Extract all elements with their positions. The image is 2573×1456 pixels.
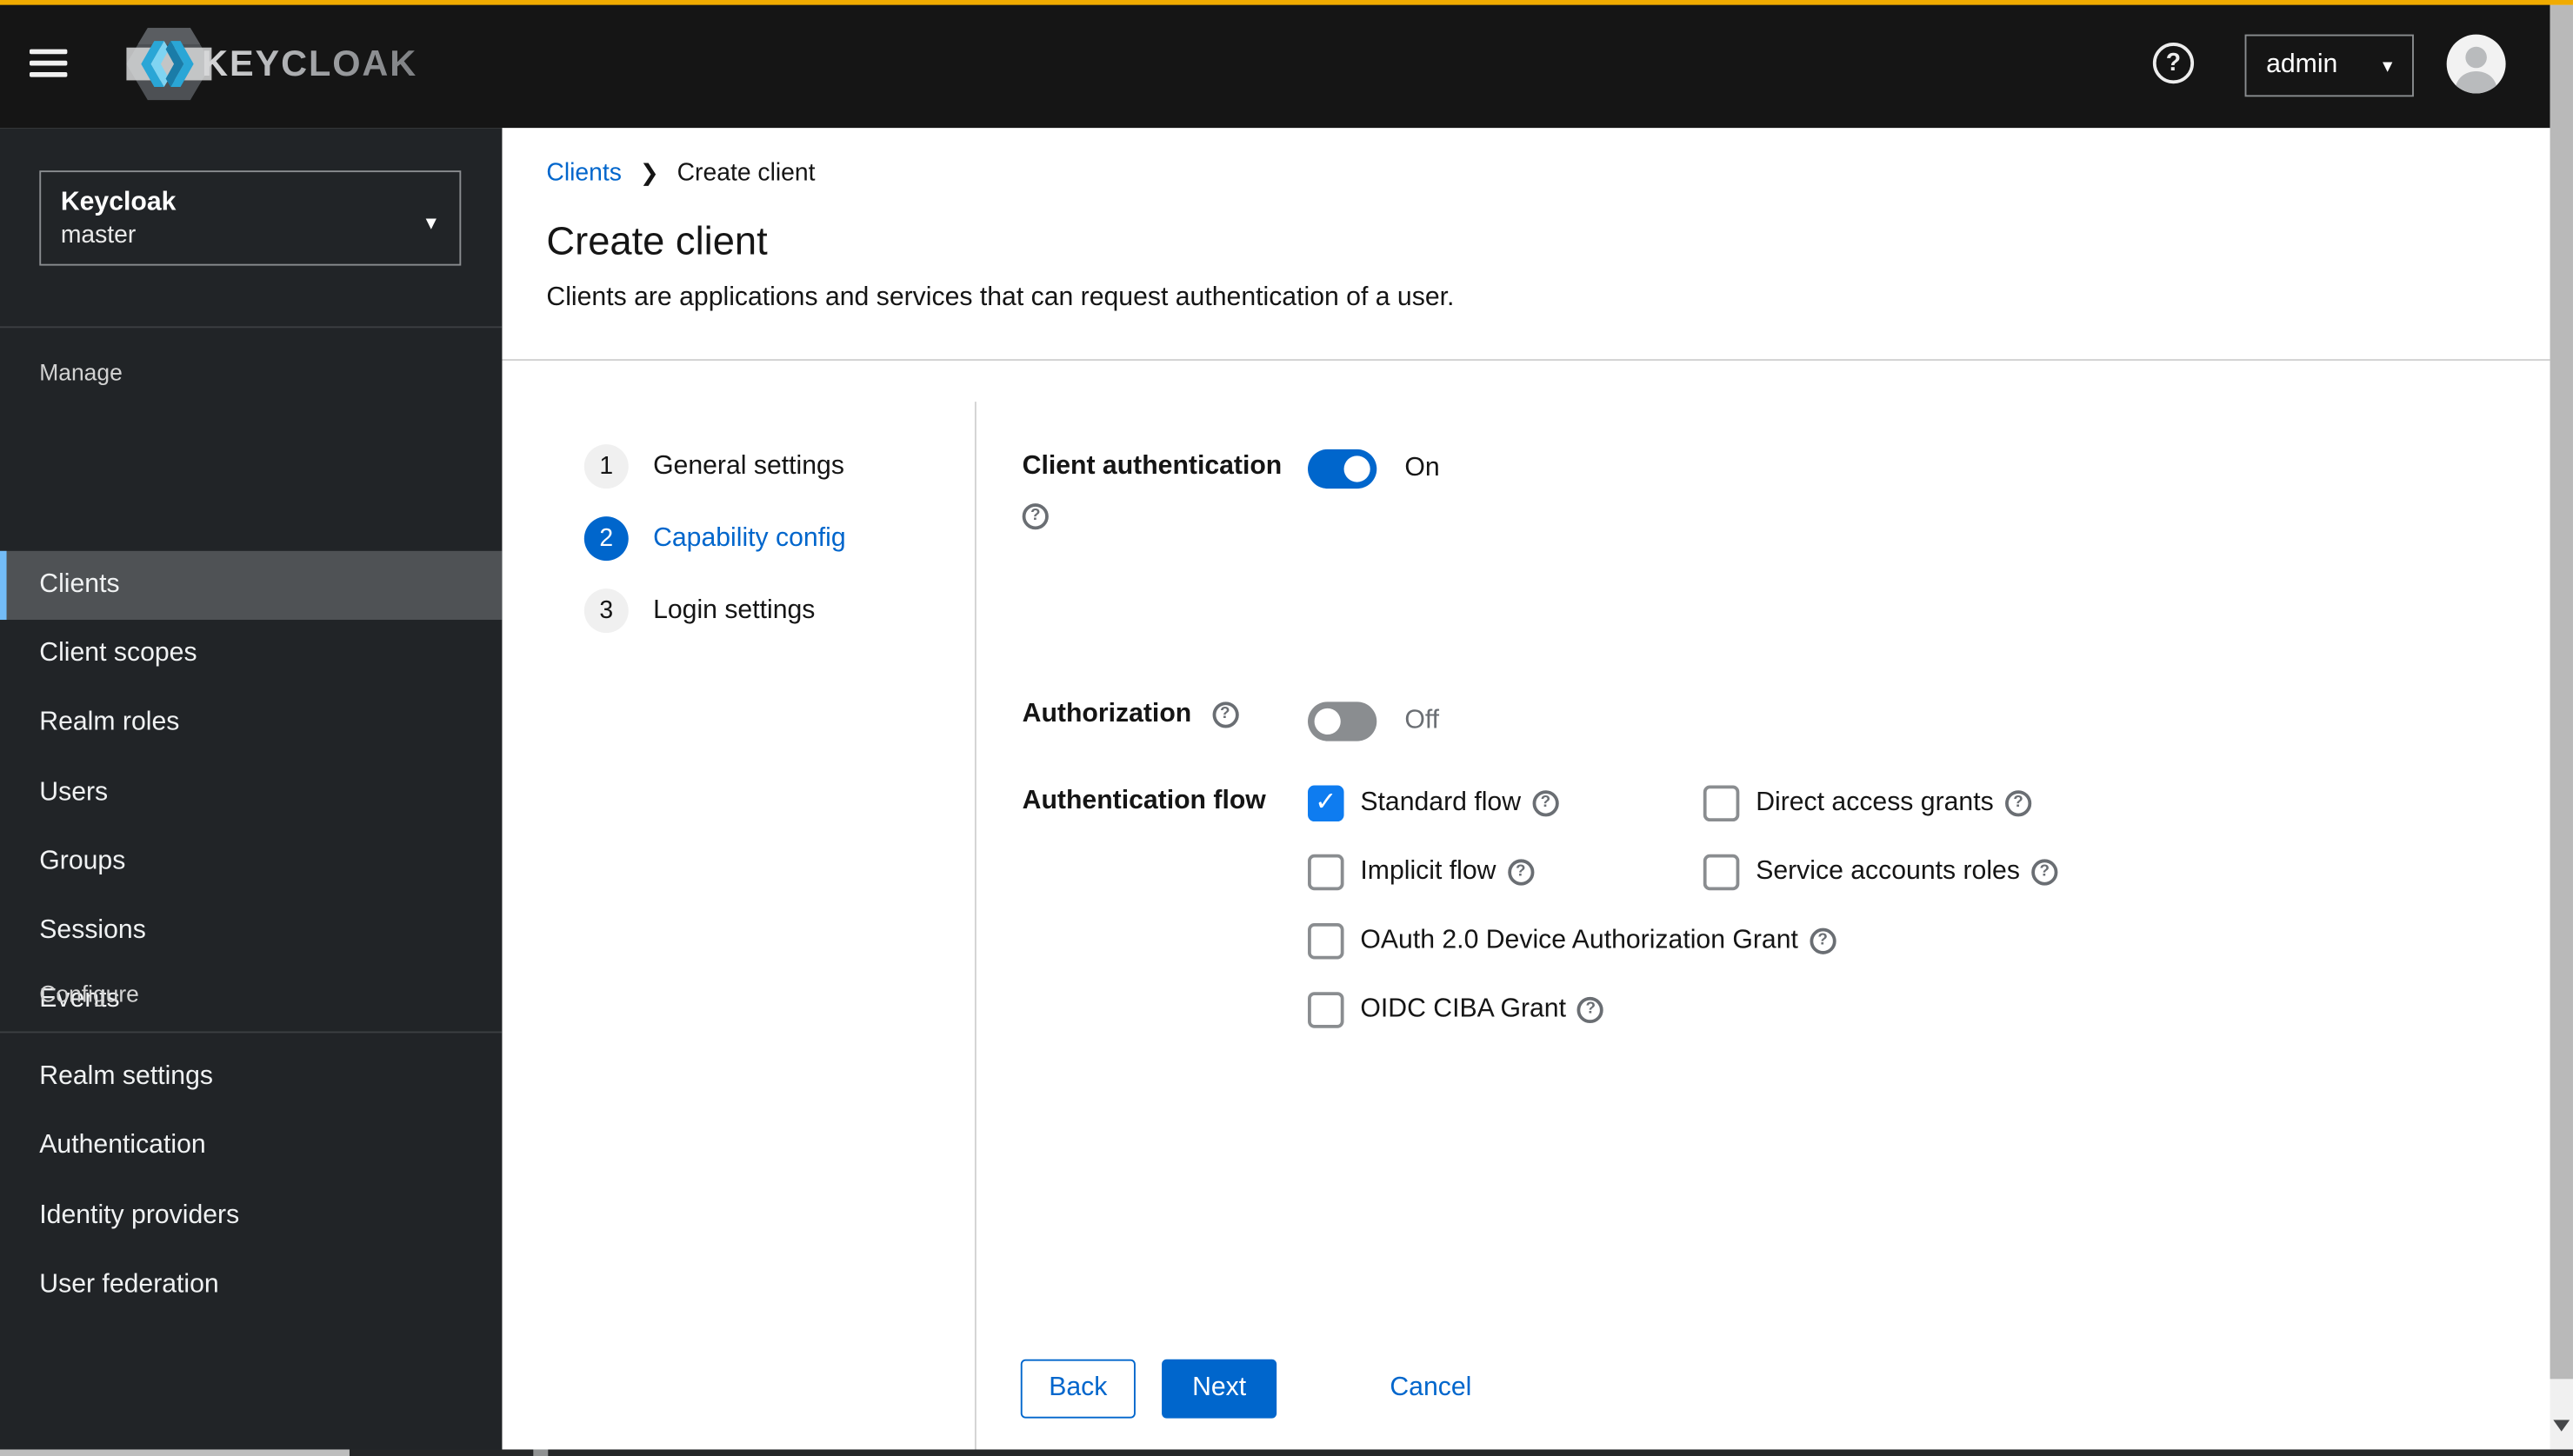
oauth-device-grant-row: OAuth 2.0 Device Authorization Grant ? bbox=[1308, 907, 1836, 975]
implicit-flow-label[interactable]: Implicit flow bbox=[1360, 858, 1496, 888]
authorization-row: Off bbox=[1308, 701, 1439, 741]
help-icon[interactable]: ? bbox=[2152, 43, 2195, 84]
wizard-content-divider bbox=[974, 402, 977, 1450]
help-icon[interactable]: ? bbox=[2031, 859, 2058, 886]
step-label: Login settings bbox=[653, 595, 816, 624]
sidebar-item-users[interactable]: Users bbox=[0, 759, 502, 828]
brand-text: KEYCLOAK bbox=[202, 43, 418, 84]
implicit-flow-checkbox[interactable] bbox=[1308, 854, 1344, 891]
authorization-toggle[interactable] bbox=[1308, 701, 1377, 741]
oidc-ciba-grant-row: OIDC CIBA Grant ? bbox=[1308, 975, 1836, 1044]
oauth-device-grant-checkbox[interactable] bbox=[1308, 922, 1344, 960]
breadcrumb-chevron-icon: ❯ bbox=[639, 158, 659, 186]
breadcrumb-clients-link[interactable]: Clients bbox=[546, 159, 622, 187]
auth-flow-column-2: Direct access grants ? Service accounts … bbox=[1703, 769, 2058, 907]
masthead: KEYCLOAK ? admin ▾ bbox=[0, 0, 2573, 129]
help-icon[interactable]: ? bbox=[1507, 859, 1534, 886]
step-number: 1 bbox=[583, 444, 629, 489]
cancel-button[interactable]: Cancel bbox=[1390, 1360, 1471, 1419]
sidebar-item-authentication[interactable]: Authentication bbox=[0, 1112, 502, 1180]
standard-flow-checkbox[interactable]: ✓ bbox=[1308, 785, 1344, 822]
nav-section-configure: Configure bbox=[39, 981, 139, 1007]
step-number: 2 bbox=[583, 516, 629, 562]
person-icon bbox=[2455, 46, 2498, 94]
next-button[interactable]: Next bbox=[1162, 1359, 1277, 1419]
help-icon[interactable]: ? bbox=[1810, 927, 1836, 954]
client-authentication-label-text: Client authentication bbox=[1022, 452, 1283, 481]
page-title: Create client bbox=[546, 219, 768, 264]
client-authentication-label: Client authentication ? bbox=[1022, 448, 1305, 536]
direct-access-grants-label[interactable]: Direct access grants bbox=[1756, 788, 1994, 818]
sidebar-nav: Keycloak master ▾ Manage Clients Client … bbox=[0, 128, 503, 1456]
service-accounts-roles-label[interactable]: Service accounts roles bbox=[1756, 858, 2020, 888]
realm-selector[interactable]: Keycloak master ▾ bbox=[39, 170, 462, 266]
wizard-step-login-settings[interactable]: 3 Login settings bbox=[583, 588, 846, 634]
wizard-step-general-settings[interactable]: 1 General settings bbox=[583, 444, 846, 489]
direct-access-grants-row: Direct access grants ? bbox=[1703, 769, 2058, 838]
toggle-knob bbox=[1314, 708, 1341, 735]
keycloak-admin-console: KEYCLOAK ? admin ▾ Keycloak master ▾ Man… bbox=[0, 0, 2573, 1456]
direct-access-grants-checkbox[interactable] bbox=[1703, 785, 1740, 822]
user-dropdown-label: admin bbox=[2266, 50, 2338, 79]
sidebar-item-groups[interactable]: Groups bbox=[0, 828, 502, 897]
oidc-ciba-grant-checkbox[interactable] bbox=[1308, 992, 1344, 1028]
sidebar-item-realm-settings[interactable]: Realm settings bbox=[0, 1043, 502, 1112]
vertical-scrollbar[interactable] bbox=[2550, 0, 2573, 1456]
client-authentication-state: On bbox=[1404, 454, 1440, 482]
main-content: Clients ❯ Create client Create client Cl… bbox=[502, 128, 2550, 1450]
client-authentication-toggle[interactable] bbox=[1308, 449, 1377, 489]
service-accounts-roles-checkbox[interactable] bbox=[1703, 854, 1740, 891]
toggle-knob bbox=[1343, 455, 1370, 482]
wizard-nav: 1 General settings 2 Capability config 3… bbox=[583, 444, 846, 661]
sidebar-item-client-scopes[interactable]: Client scopes bbox=[0, 620, 502, 688]
step-number: 3 bbox=[583, 588, 629, 634]
scroll-down-arrow-icon[interactable] bbox=[2553, 1419, 2570, 1432]
client-authentication-row: On bbox=[1308, 449, 1440, 489]
authentication-flow-label: Authentication flow bbox=[1022, 787, 1266, 815]
horizontal-scrollbar-thumb[interactable] bbox=[0, 1449, 350, 1456]
authorization-label-text: Authorization bbox=[1022, 700, 1192, 728]
horizontal-scrollbar[interactable] bbox=[0, 1449, 2573, 1456]
horizontal-scrollbar-nub bbox=[533, 1449, 549, 1456]
sidebar-item-sessions[interactable]: Sessions bbox=[0, 897, 502, 966]
sidebar-divider bbox=[0, 1031, 503, 1034]
realm-selector-title: Keycloak bbox=[60, 188, 177, 216]
masthead-accent-bar bbox=[0, 0, 2573, 5]
authorization-state: Off bbox=[1404, 706, 1440, 735]
help-icon[interactable]: ? bbox=[1022, 502, 1049, 529]
keycloak-logo[interactable]: KEYCLOAK bbox=[126, 23, 417, 104]
sidebar-item-identity-providers[interactable]: Identity providers bbox=[0, 1182, 502, 1251]
oidc-ciba-grant-label[interactable]: OIDC CIBA Grant bbox=[1360, 995, 1566, 1025]
chevron-down-icon: ▾ bbox=[425, 209, 437, 235]
standard-flow-label[interactable]: Standard flow bbox=[1360, 788, 1521, 818]
service-accounts-roles-row: Service accounts roles ? bbox=[1703, 838, 2058, 907]
vertical-scrollbar-thumb[interactable] bbox=[2550, 4, 2573, 1380]
step-label: Capability config bbox=[653, 523, 846, 552]
step-label: General settings bbox=[653, 451, 844, 480]
oauth-device-grant-label[interactable]: OAuth 2.0 Device Authorization Grant bbox=[1360, 927, 1798, 956]
help-icon[interactable]: ? bbox=[1577, 996, 1604, 1024]
user-dropdown[interactable]: admin ▾ bbox=[2244, 34, 2414, 97]
sidebar-divider bbox=[0, 326, 503, 329]
realm-selector-current: master bbox=[60, 221, 137, 249]
breadcrumb: Clients ❯ Create client bbox=[546, 159, 815, 187]
help-icon[interactable]: ? bbox=[1532, 790, 1559, 817]
sidebar-item-user-federation[interactable]: User federation bbox=[0, 1251, 502, 1320]
page-description: Clients are applications and services th… bbox=[546, 283, 1455, 312]
authorization-label: Authorization ? bbox=[1023, 695, 1238, 735]
breadcrumb-current: Create client bbox=[677, 158, 816, 188]
wizard-step-capability-config[interactable]: 2 Capability config bbox=[583, 516, 846, 562]
help-icon[interactable]: ? bbox=[2004, 790, 2032, 817]
nav-section-manage: Manage bbox=[39, 359, 123, 386]
chevron-down-icon: ▾ bbox=[2383, 54, 2393, 77]
sidebar-item-clients[interactable]: Clients bbox=[0, 550, 503, 621]
keycloak-hexagon-icon bbox=[126, 28, 212, 101]
help-icon[interactable]: ? bbox=[1211, 701, 1238, 728]
page-header-divider bbox=[502, 359, 2550, 361]
back-button[interactable]: Back bbox=[1020, 1359, 1136, 1419]
nav-toggle-hamburger-icon[interactable] bbox=[29, 49, 68, 77]
avatar[interactable] bbox=[2446, 34, 2506, 94]
sidebar-item-realm-roles[interactable]: Realm roles bbox=[0, 688, 502, 757]
